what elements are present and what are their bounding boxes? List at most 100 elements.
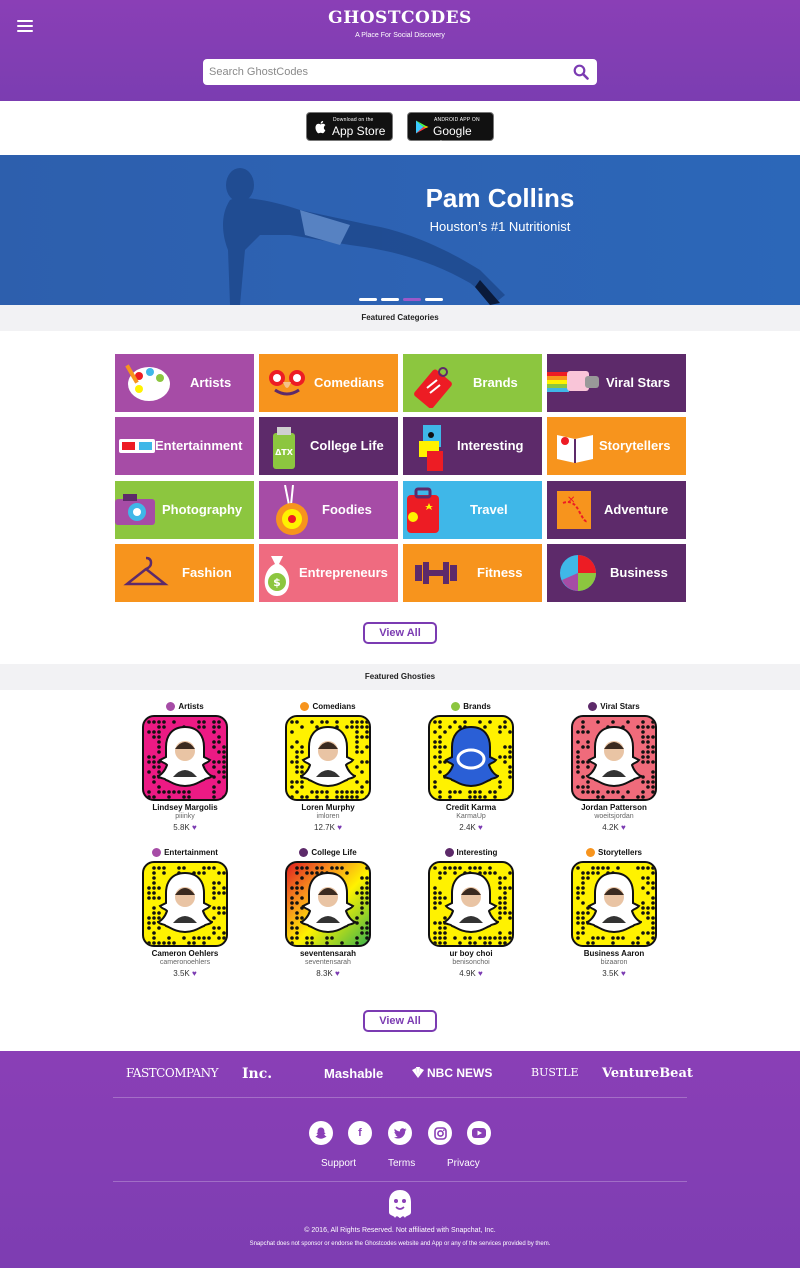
category-label: Fitness xyxy=(477,565,523,580)
ghostie-name[interactable]: Business Aaron xyxy=(544,949,684,958)
slider-dot[interactable] xyxy=(381,298,399,301)
ghostie-username: benisonchoi xyxy=(452,959,490,966)
view-all-categories-button[interactable]: View All xyxy=(363,622,437,644)
support-link[interactable]: Support xyxy=(321,1158,356,1169)
apple-icon xyxy=(315,120,326,134)
app-badges: Download on the App Store ANDROID APP ON… xyxy=(0,101,800,155)
search-input[interactable] xyxy=(209,62,569,82)
category-fashion[interactable]: Fashion xyxy=(115,544,254,602)
ghostie-username: imloren xyxy=(316,813,340,820)
ghost-avatar-icon xyxy=(157,871,213,934)
ghostie-card[interactable]: Comedians Loren Murphy imloren 12.7K ♥ xyxy=(258,700,398,832)
ghostie-name[interactable]: seventensarah xyxy=(258,949,398,958)
svg-text:ΔΤΧ: ΔΤΧ xyxy=(275,448,294,457)
facebook-icon[interactable]: f xyxy=(348,1121,372,1145)
category-adventure[interactable]: ✕ Adventure xyxy=(547,481,686,539)
palette-icon xyxy=(125,364,170,401)
app-store-button[interactable]: Download on the App Store xyxy=(306,112,393,141)
privacy-link[interactable]: Privacy xyxy=(447,1158,480,1169)
heart-icon: ♥ xyxy=(477,823,483,832)
google-play-button[interactable]: ANDROID APP ON Google play xyxy=(407,112,494,152)
ghostie-card[interactable]: Entertainment Cameron Oehlers cameronoeh… xyxy=(115,846,255,978)
heart-icon: ♥ xyxy=(477,969,483,978)
ghostie-category[interactable]: Interesting xyxy=(401,846,541,858)
search-icon[interactable] xyxy=(573,64,589,80)
category-label: Fashion xyxy=(182,565,232,580)
ghostie-likes: 4.2K ♥ xyxy=(544,823,684,832)
camera-icon xyxy=(115,494,155,525)
ghostie-category[interactable]: Entertainment xyxy=(115,846,255,858)
suitcase-icon xyxy=(407,487,439,533)
slider-dot[interactable] xyxy=(425,298,443,301)
press-logo-mashable: Mashable xyxy=(324,1066,384,1081)
snapcode[interactable] xyxy=(285,861,371,947)
ghostie-card[interactable]: Brands Credit Karma KarmaUp 2.4K ♥ xyxy=(401,700,541,832)
ghostie-category[interactable]: Viral Stars xyxy=(544,700,684,712)
category-storytellers[interactable]: Storytellers xyxy=(547,417,686,475)
ghostie-card[interactable]: Interesting ur boy choi benisonchoi 4.9K… xyxy=(401,846,541,978)
ghostie-name[interactable]: ur boy choi xyxy=(401,949,541,958)
likes-count: 8.3K xyxy=(316,969,333,978)
press-logo-venturebeat: VentureBeat xyxy=(602,1066,693,1081)
ghostie-name[interactable]: Credit Karma xyxy=(401,803,541,812)
ghostie-username: piiinky xyxy=(175,813,195,820)
snapcode[interactable] xyxy=(285,715,371,801)
snapcode[interactable] xyxy=(571,861,657,947)
snapcode[interactable] xyxy=(428,715,514,801)
youtube-icon[interactable] xyxy=(467,1121,491,1145)
category-entertainment[interactable]: Entertainment xyxy=(115,417,254,475)
abstract-face-icon xyxy=(419,425,443,471)
category-label: Entrepreneurs xyxy=(299,565,388,580)
heart-icon: ♥ xyxy=(620,823,626,832)
slider-dot-active[interactable] xyxy=(403,298,421,301)
category-artists[interactable]: Artists xyxy=(115,354,254,412)
ghostie-category[interactable]: Comedians xyxy=(258,700,398,712)
ghostie-card[interactable]: Artists Lindsey Margolis piiinky 5.8K ♥ xyxy=(115,700,255,832)
view-all-ghosties-button[interactable]: View All xyxy=(363,1010,437,1032)
category-comedians[interactable]: Comedians xyxy=(259,354,398,412)
instagram-icon[interactable] xyxy=(428,1121,452,1145)
category-foodies[interactable]: Foodies xyxy=(259,481,398,539)
category-fitness[interactable]: Fitness xyxy=(403,544,542,602)
hero-banner[interactable]: Pam Collins Houston’s #1 Nutritionist xyxy=(0,155,800,305)
slider-dot[interactable] xyxy=(359,298,377,301)
category-brands[interactable]: Brands xyxy=(403,354,542,412)
logo[interactable]: GHOSTCODES A Place For Social Discovery xyxy=(0,8,800,39)
snapcode[interactable] xyxy=(142,715,228,801)
ghostie-likes: 12.7K ♥ xyxy=(258,823,398,832)
google-play-icon xyxy=(416,120,429,134)
category-photography[interactable]: Photography xyxy=(115,481,254,539)
ghostie-name[interactable]: Cameron Oehlers xyxy=(115,949,255,958)
ghostie-category[interactable]: Brands xyxy=(401,700,541,712)
terms-link[interactable]: Terms xyxy=(388,1158,415,1169)
snapchat-icon[interactable] xyxy=(309,1121,333,1145)
category-entrepreneurs[interactable]: $ Entrepreneurs xyxy=(259,544,398,602)
logo-title[interactable]: GHOSTCODES xyxy=(0,8,800,28)
category-travel[interactable]: Travel xyxy=(403,481,542,539)
likes-count: 3.5K xyxy=(602,969,619,978)
ghostie-name[interactable]: Jordan Patterson xyxy=(544,803,684,812)
ghostie-card[interactable]: Viral Stars Jordan Patterson woeitsjorda… xyxy=(544,700,684,832)
category-business[interactable]: Business xyxy=(547,544,686,602)
ghostie-name[interactable]: Lindsey Margolis xyxy=(115,803,255,812)
category-label: College Life xyxy=(310,438,384,453)
ghost-avatar-icon xyxy=(586,871,642,934)
ghostie-card[interactable]: Storytellers Business Aaron bizaaron 3.5… xyxy=(544,846,684,978)
svg-text:✕: ✕ xyxy=(567,495,575,506)
ghostie-name[interactable]: Loren Murphy xyxy=(258,803,398,812)
snapcode[interactable] xyxy=(571,715,657,801)
logo-tagline: A Place For Social Discovery xyxy=(355,32,445,39)
ghostie-card[interactable]: College Life seventensarah seventensarah… xyxy=(258,846,398,978)
snapcode[interactable] xyxy=(428,861,514,947)
category-interesting[interactable]: Interesting xyxy=(403,417,542,475)
google-play-small-text: ANDROID APP ON xyxy=(434,117,480,123)
category-viral-stars[interactable]: Viral Stars xyxy=(547,354,686,412)
ghostie-category[interactable]: Artists xyxy=(115,700,255,712)
category-label: Interesting xyxy=(457,438,524,453)
category-college-life[interactable]: ΔΤΧ College Life xyxy=(259,417,398,475)
press-logo-fastcompany: FASTCOMPANY xyxy=(126,1066,219,1080)
twitter-icon[interactable] xyxy=(388,1121,412,1145)
ghostie-category[interactable]: College Life xyxy=(258,846,398,858)
ghostie-category[interactable]: Storytellers xyxy=(544,846,684,858)
snapcode[interactable] xyxy=(142,861,228,947)
